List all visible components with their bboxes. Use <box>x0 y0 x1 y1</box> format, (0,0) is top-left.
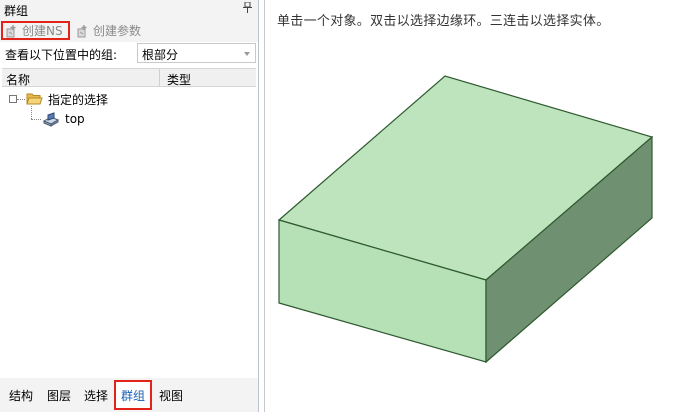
named-selection-icon <box>42 111 60 127</box>
3d-viewport[interactable]: 单击一个对象。双击以选择边缘环。三连击以选择实体。 <box>264 0 673 412</box>
chevron-down-icon <box>244 52 250 56</box>
create-param-label: 创建参数 <box>93 24 142 38</box>
view-groups-label: 查看以下位置中的组: <box>5 48 118 62</box>
tab-structure[interactable]: 结构 <box>4 382 38 408</box>
column-header-name[interactable]: 名称 <box>6 71 30 88</box>
create-param-button[interactable]: 创建参数 <box>77 21 141 40</box>
tab-views[interactable]: 视图 <box>154 382 188 408</box>
create-ns-label: 创建NS <box>22 24 63 38</box>
tree-connector <box>31 106 32 119</box>
create-param-icon <box>77 24 87 37</box>
create-ns-button[interactable]: 创建NS <box>1 21 70 40</box>
column-header-type[interactable]: 类型 <box>167 71 191 88</box>
view-groups-dropdown[interactable]: 根部分 <box>137 43 256 63</box>
tree-node-root-label: 指定的选择 <box>48 92 109 107</box>
box-model[interactable] <box>265 0 673 412</box>
group-tree: 指定的选择 top <box>0 88 256 378</box>
tree-connector <box>31 119 41 120</box>
groups-panel: 群组 创建NS 创建参数 查看以下位置中的组: 根部分 名称 类型 指定的选择 … <box>0 0 259 412</box>
bottom-tab-bar: 结构 图层 选择 群组 视图 <box>0 378 258 412</box>
tree-node-child-label: top <box>65 112 85 126</box>
tree-header: 名称 类型 <box>2 68 256 87</box>
tree-node-child[interactable]: top <box>42 110 85 128</box>
tab-groups[interactable]: 群组 <box>114 380 152 410</box>
collapse-toggle[interactable] <box>9 95 17 103</box>
pin-icon[interactable] <box>243 1 252 16</box>
folder-open-icon <box>26 93 43 105</box>
panel-title: 群组 <box>4 4 29 18</box>
tab-selection[interactable]: 选择 <box>79 382 113 408</box>
column-separator[interactable] <box>159 69 160 86</box>
panel-title-bar: 群组 <box>0 0 258 19</box>
tab-layers[interactable]: 图层 <box>42 382 76 408</box>
create-ns-icon <box>6 24 16 37</box>
view-groups-value: 根部分 <box>142 48 179 62</box>
tree-connector <box>17 99 25 100</box>
toolbar: 创建NS 创建参数 <box>0 19 258 42</box>
tree-node-root[interactable]: 指定的选择 <box>26 90 108 108</box>
